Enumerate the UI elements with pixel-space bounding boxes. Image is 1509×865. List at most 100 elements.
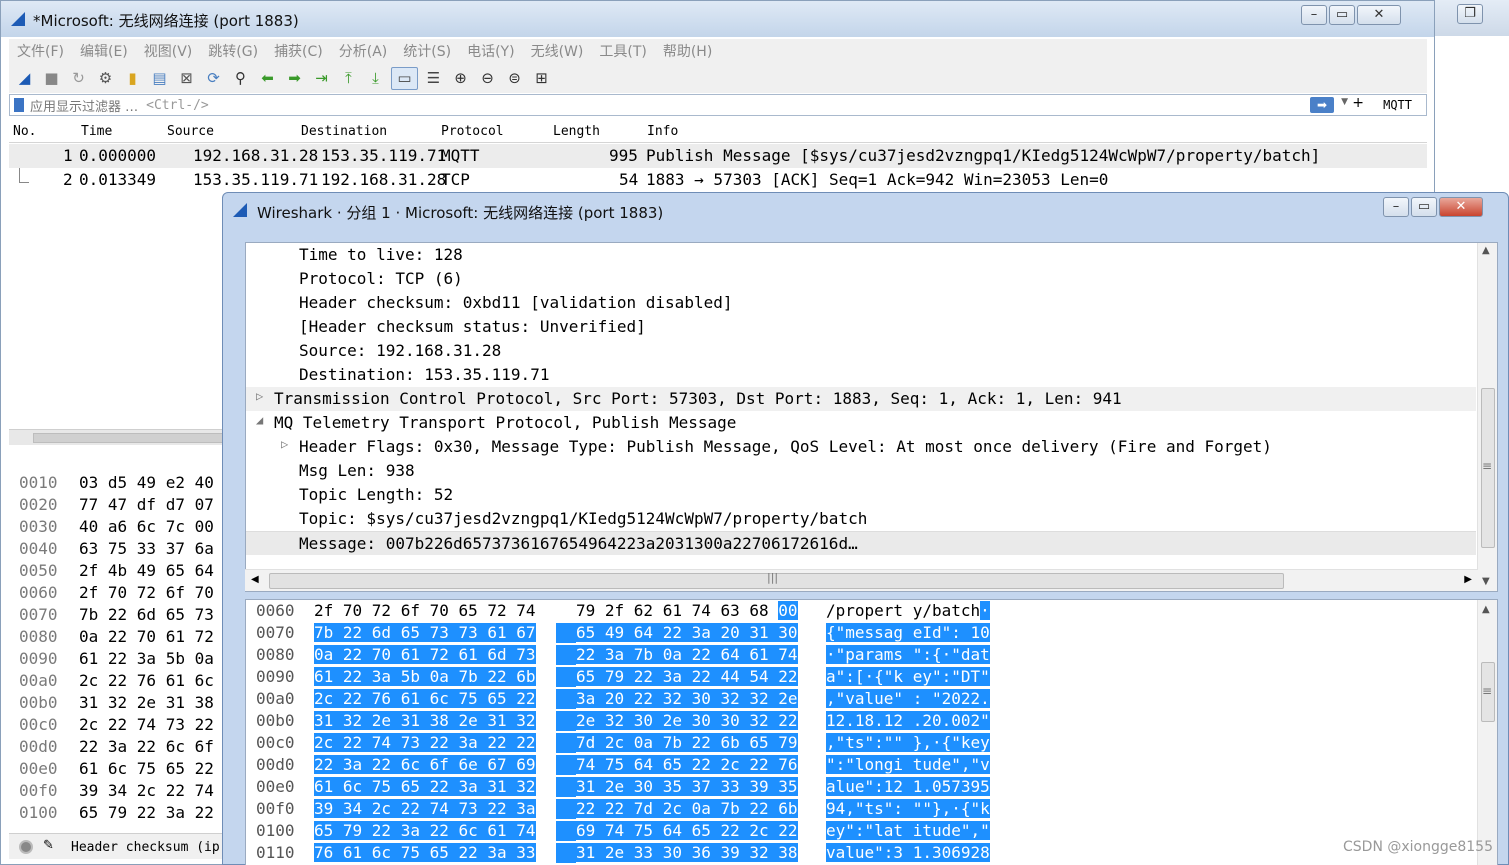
capture-options-icon[interactable]: ⚙ bbox=[94, 67, 117, 90]
menu-go[interactable]: 跳转(G) bbox=[200, 41, 266, 61]
colorize-icon[interactable]: ☰ bbox=[422, 67, 445, 90]
scroll-left-icon[interactable]: ◀ bbox=[251, 574, 259, 585]
dialog-maximize-button[interactable]: ▭ bbox=[1411, 197, 1437, 217]
hex-row[interactable]: 00e0 61 6c 75 65 22 bbox=[9, 758, 224, 780]
auto-scroll-icon[interactable]: ▭ bbox=[391, 66, 418, 90]
bytes-row[interactable]: 0100 65 79 22 3a 22 6c 61 74 69 74 75 64 6… bbox=[246, 820, 1476, 842]
details-vertical-scrollbar[interactable]: ▲ ≡ ▼ bbox=[1477, 243, 1497, 591]
tree-item[interactable]: Source: 192.168.31.28 bbox=[246, 339, 1476, 363]
tree-item[interactable]: Message: 007b226d6573736167654964223a203… bbox=[246, 531, 1476, 555]
menu-analyze[interactable]: 分析(A) bbox=[331, 41, 396, 61]
menu-telephony[interactable]: 电话(Y) bbox=[459, 41, 522, 61]
hex-row[interactable]: 00f0 39 34 2c 22 74 bbox=[9, 780, 224, 802]
tree-item[interactable]: Protocol: TCP (6) bbox=[246, 267, 1476, 291]
menu-help[interactable]: 帮助(H) bbox=[655, 41, 720, 61]
save-file-icon[interactable]: ▤ bbox=[148, 67, 171, 90]
packet-row[interactable]: 2 0.013349 153.35.119.71 192.168.31.28 T… bbox=[9, 168, 1427, 192]
tree-item[interactable]: Msg Len: 938 bbox=[246, 459, 1476, 483]
go-to-packet-icon[interactable]: ⇥ bbox=[310, 67, 333, 90]
close-file-icon[interactable]: ⊠ bbox=[175, 67, 198, 90]
stop-capture-icon[interactable]: ■ bbox=[40, 67, 63, 90]
column-length[interactable]: Length bbox=[553, 124, 600, 139]
column-source[interactable]: Source bbox=[167, 124, 214, 139]
filter-button-mqtt[interactable]: MQTT bbox=[1383, 98, 1412, 112]
bytes-row[interactable]: 0060 2f 70 72 6f 70 65 72 74 79 2f 62 61 7… bbox=[246, 600, 1476, 622]
scroll-right-icon[interactable]: ▶ bbox=[1464, 574, 1472, 585]
bytes-row[interactable]: 00c0 2c 22 74 73 22 3a 22 22 7d 2c 0a 7b 2… bbox=[246, 732, 1476, 754]
menu-capture[interactable]: 捕获(C) bbox=[266, 41, 331, 61]
bytes-row[interactable]: 00d0 22 3a 22 6c 6f 6e 67 69 74 75 64 65 2… bbox=[246, 754, 1476, 776]
zoom-out-icon[interactable]: ⊖ bbox=[476, 67, 499, 90]
packet-row[interactable]: 1 0.000000 192.168.31.28 153.35.119.71 M… bbox=[9, 144, 1427, 168]
tree-item[interactable]: Destination: 153.35.119.71 bbox=[246, 363, 1476, 387]
tree-item[interactable]: Time to live: 128 bbox=[246, 243, 1476, 267]
hex-row[interactable]: 0030 40 a6 6c 7c 00 bbox=[9, 516, 224, 538]
hex-row[interactable]: 0060 2f 70 72 6f 70 bbox=[9, 582, 224, 604]
go-back-icon[interactable]: ⬅ bbox=[256, 67, 279, 90]
expert-info-icon[interactable] bbox=[19, 840, 33, 854]
hex-row[interactable]: 0010 03 d5 49 e2 40 bbox=[9, 472, 224, 494]
column-destination[interactable]: Destination bbox=[301, 124, 387, 139]
menu-file[interactable]: 文件(F) bbox=[9, 41, 72, 61]
scroll-up-icon[interactable]: ▲ bbox=[1482, 245, 1490, 256]
bytes-row[interactable]: 0090 61 22 3a 5b 0a 7b 22 6b 65 79 22 3a 2… bbox=[246, 666, 1476, 688]
bytes-row[interactable]: 00e0 61 6c 75 65 22 3a 31 32 31 2e 30 35 3… bbox=[246, 776, 1476, 798]
dialog-title-bar[interactable]: Wireshark · 分组 1 · Microsoft: 无线网络连接 (po… bbox=[223, 193, 1508, 227]
expand-arrow-icon[interactable]: ▷ bbox=[281, 437, 288, 451]
column-protocol[interactable]: Protocol bbox=[441, 124, 504, 139]
packet-details-hscroll[interactable] bbox=[9, 429, 224, 445]
hex-row[interactable]: 00d0 22 3a 22 6c 6f bbox=[9, 736, 224, 758]
display-filter-input[interactable]: <Ctrl-/> bbox=[146, 98, 209, 113]
menu-tools[interactable]: 工具(T) bbox=[591, 41, 654, 61]
menu-wireless[interactable]: 无线(W) bbox=[523, 41, 592, 61]
resize-columns-icon[interactable]: ⊞ bbox=[530, 67, 553, 90]
bytes-row[interactable]: 00b0 31 32 2e 31 38 2e 31 32 2e 32 30 2e 3… bbox=[246, 710, 1476, 732]
go-forward-icon[interactable]: ➡ bbox=[283, 67, 306, 90]
close-button[interactable]: ✕ bbox=[1357, 5, 1401, 25]
hex-row[interactable]: 0040 63 75 33 37 6a bbox=[9, 538, 224, 560]
capture-comment-icon[interactable]: ✎ bbox=[43, 838, 54, 853]
bytes-row[interactable]: 00f0 39 34 2c 22 74 73 22 3a 22 22 7d 2c 0… bbox=[246, 798, 1476, 820]
hex-row[interactable]: 0080 0a 22 70 61 72 bbox=[9, 626, 224, 648]
start-capture-icon[interactable]: ◢ bbox=[13, 67, 36, 90]
column-no[interactable]: No. bbox=[13, 124, 36, 139]
expand-arrow-icon[interactable]: ▷ bbox=[256, 389, 263, 403]
hex-row[interactable]: 00c0 2c 22 74 73 22 bbox=[9, 714, 224, 736]
hex-row[interactable]: 00a0 2c 22 76 61 6c bbox=[9, 670, 224, 692]
bytes-row[interactable]: 0070 7b 22 6d 65 73 73 61 67 65 49 64 22 3… bbox=[246, 622, 1476, 644]
dialog-minimize-button[interactable]: – bbox=[1383, 197, 1409, 217]
bookmark-icon[interactable] bbox=[14, 98, 24, 112]
hex-row[interactable]: 0050 2f 4b 49 65 64 bbox=[9, 560, 224, 582]
column-info[interactable]: Info bbox=[647, 124, 678, 139]
minimize-button[interactable]: – bbox=[1301, 5, 1327, 25]
menu-view[interactable]: 视图(V) bbox=[136, 41, 201, 61]
main-title-bar[interactable]: *Microsoft: 无线网络连接 (port 1883) – ▭ ✕ bbox=[1, 1, 1434, 37]
restart-capture-icon[interactable]: ↻ bbox=[67, 67, 90, 90]
dialog-close-button[interactable]: ✕ bbox=[1439, 197, 1483, 217]
zoom-in-icon[interactable]: ⊕ bbox=[449, 67, 472, 90]
tree-item[interactable]: Topic: $sys/cu37jesd2vzngpq1/KIedg5124Wc… bbox=[246, 507, 1476, 531]
last-packet-icon[interactable]: ⤓ bbox=[364, 67, 387, 90]
column-time[interactable]: Time bbox=[81, 124, 112, 139]
hex-row[interactable]: 0090 61 22 3a 5b 0a bbox=[9, 648, 224, 670]
display-filter-bar[interactable]: 应用显示过滤器 … <Ctrl-/> ➡ ▼ + MQTT bbox=[9, 94, 1427, 116]
menu-statistics[interactable]: 统计(S) bbox=[395, 41, 459, 61]
restore-button[interactable]: ❐ bbox=[1457, 4, 1483, 24]
menu-edit[interactable]: 编辑(E) bbox=[72, 41, 136, 61]
hex-row[interactable]: 0100 65 79 22 3a 22 bbox=[9, 802, 224, 824]
bytes-vertical-scrollbar[interactable]: ▲ ≡ bbox=[1477, 600, 1497, 865]
maximize-button[interactable]: ▭ bbox=[1329, 5, 1355, 25]
find-packet-icon[interactable]: ⚲ bbox=[229, 67, 252, 90]
bytes-row[interactable]: 00a0 2c 22 76 61 6c 75 65 22 3a 20 22 32 3… bbox=[246, 688, 1476, 710]
tree-item[interactable]: [Header checksum status: Unverified] bbox=[246, 315, 1476, 339]
tree-item[interactable]: Topic Length: 52 bbox=[246, 483, 1476, 507]
scroll-up-icon[interactable]: ▲ bbox=[1482, 604, 1490, 615]
bytes-row[interactable]: 0080 0a 22 70 61 72 61 6d 73 22 3a 7b 0a 2… bbox=[246, 644, 1476, 666]
hex-row[interactable]: 0020 77 47 df d7 07 bbox=[9, 494, 224, 516]
normal-size-icon[interactable]: ⊜ bbox=[503, 67, 526, 90]
hex-row[interactable]: 00b0 31 32 2e 31 38 bbox=[9, 692, 224, 714]
tree-item[interactable]: ▷ Header Flags: 0x30, Message Type: Publi… bbox=[246, 435, 1476, 459]
bytes-row[interactable]: 0110 76 61 6c 75 65 22 3a 33 31 2e 33 30 3… bbox=[246, 842, 1476, 864]
tree-item[interactable]: ▷ Transmission Control Protocol, Src Port… bbox=[246, 387, 1476, 411]
filter-history-dropdown-icon[interactable]: ▼ bbox=[1341, 97, 1348, 107]
